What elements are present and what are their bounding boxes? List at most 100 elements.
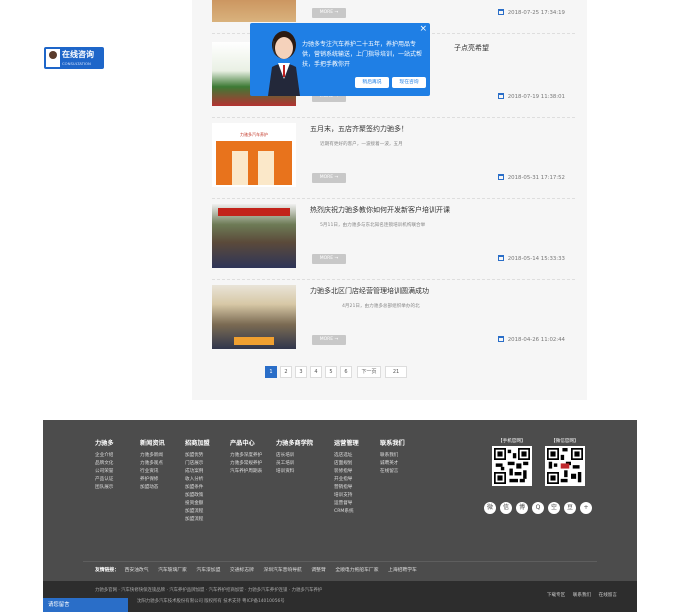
footer-link[interactable]: 加盟条件 [185, 484, 210, 492]
news-thumbnail[interactable] [212, 285, 296, 349]
news-title[interactable]: 子点亮希望 [454, 43, 489, 53]
footer-link[interactable]: 装修指导 [334, 468, 359, 476]
blog-icon[interactable]: 博 [516, 502, 528, 514]
footer-link[interactable]: 门店展示 [185, 460, 210, 468]
friend-link[interactable]: 上海招聘学车 [388, 568, 417, 573]
shop-front [216, 141, 292, 185]
news-title[interactable]: 热烈庆祝力驰多教你如何开发新客户培训开课 [310, 205, 450, 215]
footer-link[interactable]: 养护保修 [140, 476, 165, 484]
friend-link[interactable]: 全顺电力拖船车厂家 [335, 568, 378, 573]
footer-link[interactable]: 团队展示 [95, 484, 114, 492]
friend-link[interactable]: 调整臂 [311, 568, 325, 573]
footer-link[interactable]: 收入分析 [185, 476, 210, 484]
footer-link[interactable]: 开业指导 [334, 476, 359, 484]
next-page-button[interactable]: 下一页 [357, 366, 381, 378]
news-item[interactable]: 力驰多北区门店经营管理培训圆满成功 4月21日，由力驰多总部组织举办的北 MOR… [212, 283, 575, 361]
footer-link[interactable]: 力驰多常规养护 [230, 460, 262, 468]
more-button[interactable]: MORE → [312, 335, 346, 345]
footer-link[interactable]: 品牌文化 [95, 460, 114, 468]
leave-message-bar[interactable]: 请您留言 [43, 598, 128, 612]
footer-heading[interactable]: 招商加盟 [185, 438, 210, 447]
close-icon[interactable]: × [419, 24, 427, 34]
footer-link[interactable]: 诚聘英才 [380, 460, 405, 468]
footer-link[interactable]: 店面规划 [334, 460, 359, 468]
footer-link[interactable]: 投资金额 [185, 500, 210, 508]
footer-link[interactable]: 加盟政策 [185, 492, 210, 500]
footer-link[interactable]: 行业资讯 [140, 468, 165, 476]
news-item[interactable]: 热烈庆祝力驰多教你如何开发新客户培训开课 5月11日，由力驰多与东北知名连锁培训… [212, 202, 575, 280]
footer-link[interactable]: 培训资料 [276, 468, 313, 476]
friend-link[interactable]: 汽车漆加盟 [196, 568, 220, 573]
consult-now-button[interactable]: 现在咨询 [392, 77, 426, 88]
more-button[interactable]: MORE → [312, 254, 346, 264]
footer-col-franchise: 招商加盟 加盟优势 门店展示 成功案例 收入分析 加盟条件 加盟政策 投资金额 … [185, 438, 210, 524]
footer-link[interactable]: 加盟动态 [140, 484, 165, 492]
contact-link[interactable]: 联系我们 [573, 593, 591, 598]
news-summary: 4月21日，由力驰多总部组织举办的北 [342, 304, 420, 309]
news-date: 2018-04-26 11:02:44 [497, 336, 565, 343]
footer-link[interactable]: 力驰多观点 [140, 460, 165, 468]
footer-link[interactable]: 在线留言 [380, 468, 405, 476]
footer-link[interactable]: 加盟优势 [185, 452, 210, 460]
news-thumbnail[interactable] [212, 204, 296, 268]
footer-link[interactable]: 产品认证 [95, 476, 114, 484]
qzone-icon[interactable]: 空 [548, 502, 560, 514]
page-4[interactable]: 4 [310, 366, 322, 378]
page-1[interactable]: 1 [265, 366, 277, 378]
footer-link[interactable]: 企业介绍 [95, 452, 114, 460]
footer-heading[interactable]: 产品中心 [230, 438, 262, 447]
footer-heading[interactable]: 运营管理 [334, 438, 359, 447]
footer-link[interactable]: CRM系统 [334, 508, 359, 516]
page-2[interactable]: 2 [280, 366, 292, 378]
more-button[interactable]: MORE → [312, 173, 346, 183]
news-thumbnail[interactable]: 力驰多汽车养护 [212, 123, 296, 187]
footer-col-operations: 运营管理 选店选址 店面规划 装修指导 开业指导 营销指导 培训支持 运营督导 … [334, 438, 359, 516]
online-consult-badge[interactable]: 在线咨询 CONSULTATION [44, 47, 104, 69]
footer: 力驰多 企业介绍 品牌文化 公司荣誉 产品认证 团队展示 新闻资讯 力驰多新闻 … [43, 420, 637, 581]
footer-col-contact: 联系我们 联系我们 诚聘英才 在线留言 [380, 438, 405, 476]
wechat-icon[interactable]: 信 [500, 502, 512, 514]
news-title[interactable]: 五月末，五店齐聚签约力驰多！ [310, 124, 408, 134]
news-thumbnail[interactable] [212, 0, 296, 22]
news-summary: 5月11日，由力驰多与东北知名连锁培训机构联合举 [320, 223, 426, 228]
footer-link[interactable]: 公司荣誉 [95, 468, 114, 476]
friend-link[interactable]: 汽车玻璃厂家 [158, 568, 187, 573]
footer-link[interactable]: 加盟流程 [185, 508, 210, 516]
footer-link[interactable]: 员工培训 [276, 460, 313, 468]
news-item[interactable]: 力驰多汽车养护 五月末，五店齐聚签约力驰多！ 近期有更好的客户，一波接着一波，五… [212, 121, 575, 199]
download-link[interactable]: 下载专区 [547, 593, 565, 598]
footer-heading[interactable]: 联系我们 [380, 438, 405, 447]
later-button[interactable]: 稍后再说 [355, 77, 389, 88]
footer-link[interactable]: 选店选址 [334, 452, 359, 460]
page-5[interactable]: 5 [325, 366, 337, 378]
friend-link[interactable]: 交通标志牌 [230, 568, 254, 573]
more-button[interactable]: MORE → [312, 8, 346, 18]
footer-link[interactable]: 联系我们 [380, 452, 405, 460]
footer-link[interactable]: 成功案例 [185, 468, 210, 476]
friend-link[interactable]: 西安油改气 [125, 568, 149, 573]
friend-links: 友情链接： 西安油改气 汽车玻璃厂家 汽车漆加盟 交通标志牌 深圳汽车音响导航 … [95, 566, 425, 573]
weibo-icon[interactable]: 微 [484, 502, 496, 514]
footer-heading[interactable]: 力驰多 [95, 438, 114, 447]
last-page[interactable]: 21 [385, 366, 407, 378]
friend-link[interactable]: 深圳汽车音响导航 [263, 568, 301, 573]
footer-link[interactable]: 营销指导 [334, 484, 359, 492]
page-6[interactable]: 6 [340, 366, 352, 378]
calendar-icon [497, 336, 504, 342]
more-share-icon[interactable]: + [580, 502, 592, 514]
footer-heading[interactable]: 新闻资讯 [140, 438, 165, 447]
footer-link[interactable]: 力驰多深度养护 [230, 452, 262, 460]
footer-link[interactable]: 培训支持 [334, 492, 359, 500]
footer-link[interactable]: 店长培训 [276, 452, 313, 460]
footer-link[interactable]: 运营督导 [334, 500, 359, 508]
footer-link[interactable]: 汽车养护周期表 [230, 468, 262, 476]
footer-link[interactable]: 加盟流程 [185, 516, 210, 524]
qq-icon[interactable]: Q [532, 502, 544, 514]
page-3[interactable]: 3 [295, 366, 307, 378]
message-link[interactable]: 在线留言 [599, 593, 617, 598]
douban-icon[interactable]: 豆 [564, 502, 576, 514]
footer-heading[interactable]: 力驰多商学院 [276, 438, 313, 447]
footer-link[interactable]: 力驰多新闻 [140, 452, 165, 460]
news-title[interactable]: 力驰多北区门店经营管理培训圆满成功 [310, 286, 429, 296]
keyword-links[interactable]: 力驰多官网 · 汽车快修快保连锁品牌 · 汽车养护品牌加盟 · 汽车养护招商加盟… [95, 587, 322, 593]
